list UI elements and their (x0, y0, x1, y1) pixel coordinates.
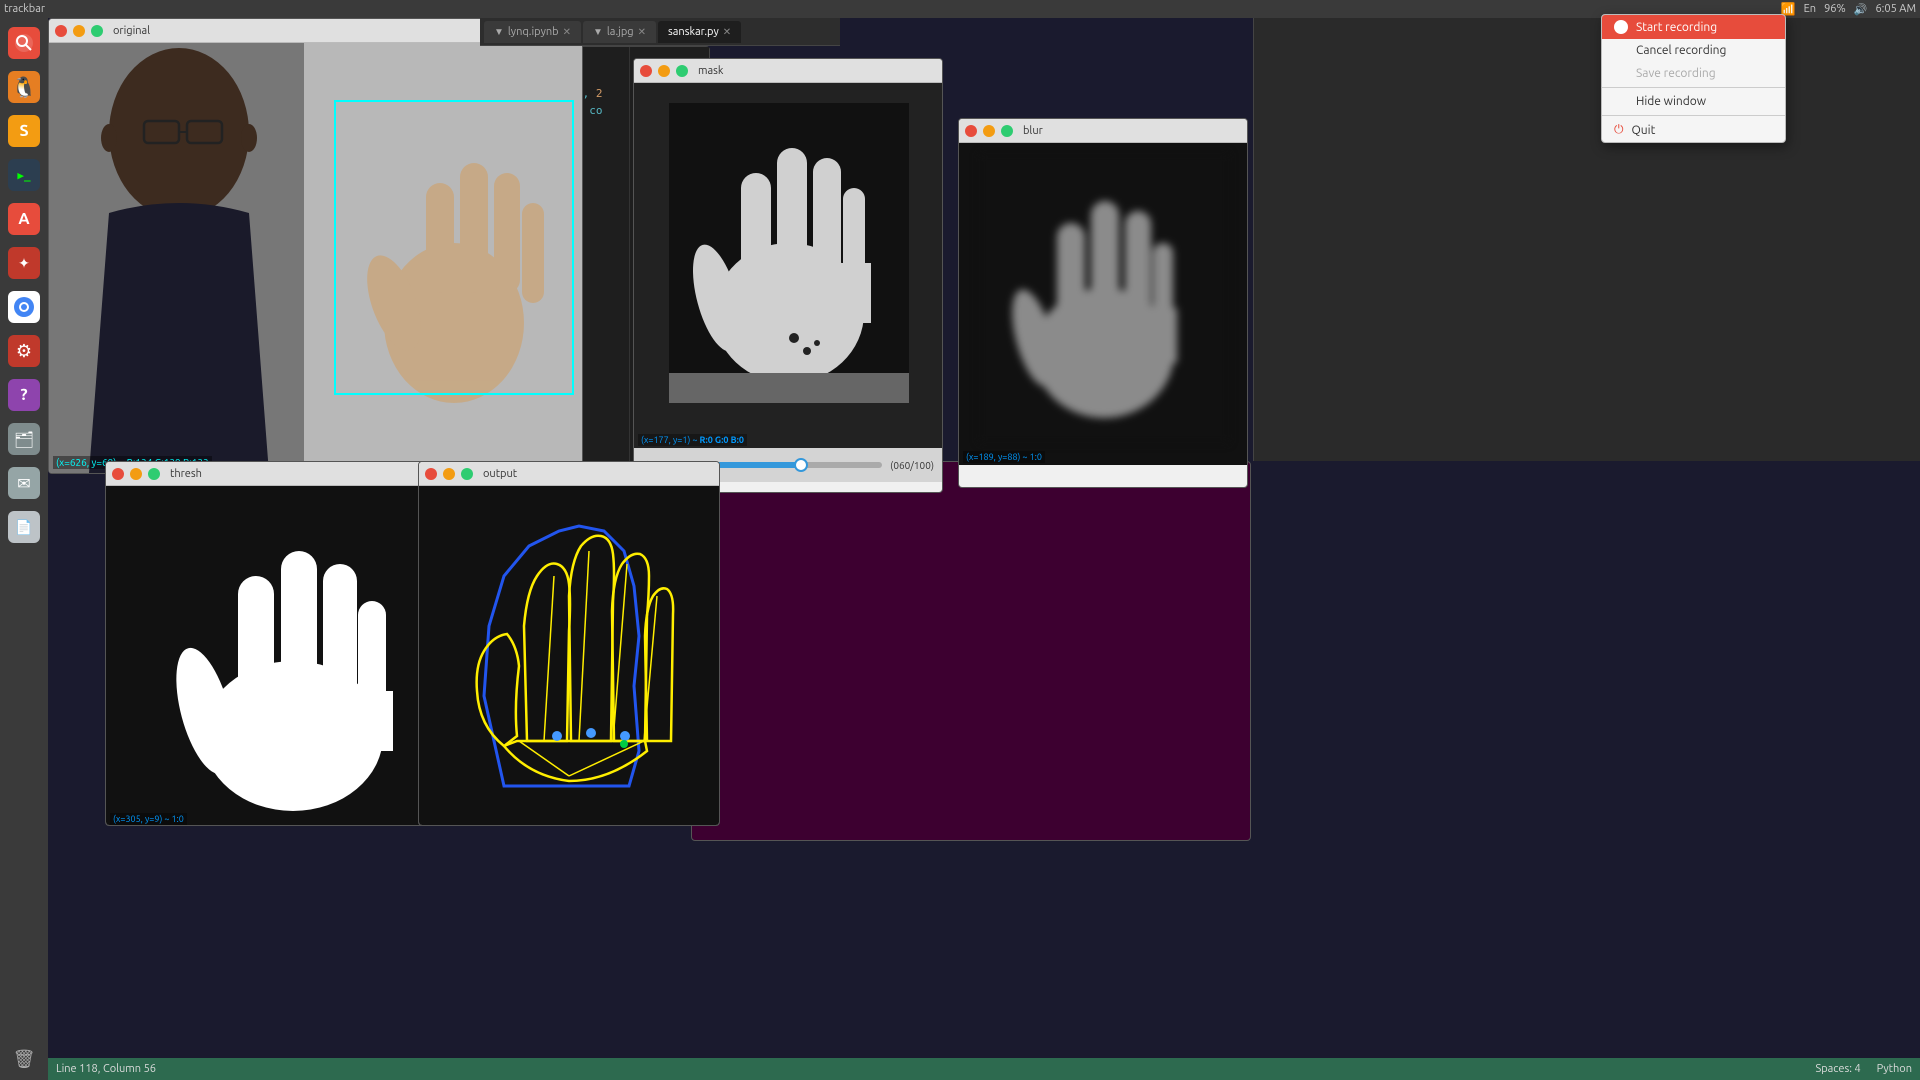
status-line-col: Line 118, Column 56 (56, 1063, 156, 1075)
menu-divider-2 (1602, 115, 1785, 116)
taskbar-right: 📶 En 96% 🔊 6:05 AM (1781, 2, 1916, 16)
sidebar-app-terminal[interactable]: ▶_ (3, 154, 45, 196)
tab-filter-icon2: ▼ (593, 26, 603, 38)
tab-close-lynq[interactable]: ✕ (563, 26, 571, 38)
blur-extra-panel: nor (1247, 119, 1248, 149)
sidebar-app-chrome[interactable] (3, 286, 45, 328)
original-content: (x=626, y=69) ~ R:134 G:139 B:133 (49, 43, 583, 473)
original-max-btn[interactable] (91, 25, 103, 37)
menu-quit[interactable]: ⏻ Quit (1602, 118, 1785, 142)
blur-pixel-info: (x=189, y=88) ~ 1:0 (963, 451, 1045, 463)
context-menu: Start recording Cancel recording Save re… (1601, 14, 1786, 143)
clock: 6:05 AM (1875, 3, 1916, 15)
trackbar-value: (060/100) (890, 460, 934, 471)
menu-start-recording[interactable]: Start recording (1602, 15, 1785, 39)
output-content (419, 486, 720, 826)
terminal-window: 5 5 5 5 5 5 5 5 5 5 5 5 5 5 5 5 5 5 5 5 (691, 461, 1251, 841)
sidebar-app-notes[interactable]: 📄 (3, 506, 45, 548)
lang-indicator[interactable]: En (1804, 3, 1816, 15)
blur-window: blur (x=189, y=88) ~ 1:0 nor (958, 118, 1248, 488)
thresh-min-btn[interactable] (130, 468, 142, 480)
record-icon (1614, 20, 1628, 34)
thresh-close-btn[interactable] (112, 468, 124, 480)
blur-close-btn[interactable] (965, 125, 977, 137)
sidebar-app-sublime[interactable]: S (3, 110, 45, 152)
sidebar-app-files[interactable]: 🗂 (3, 418, 45, 460)
blur-max-btn[interactable] (1001, 125, 1013, 137)
original-title: original (113, 25, 150, 37)
output-window: output (418, 461, 720, 826)
tab-la[interactable]: ▼ la.jpg ✕ (583, 21, 656, 43)
mask-coord1: (x=177, y=1) ~ R:0 G:0 B:0 (638, 434, 747, 446)
menu-save-recording[interactable]: Save recording (1602, 62, 1785, 85)
output-titlebar: output (419, 462, 719, 486)
sidebar-app-mail[interactable]: ✉ (3, 462, 45, 504)
sidebar-app-trash[interactable]: 🗑 (3, 1038, 45, 1080)
menu-cancel-recording[interactable]: Cancel recording (1602, 39, 1785, 62)
original-window: original (48, 18, 583, 474)
menu-hide-window[interactable]: Hide window (1602, 90, 1785, 113)
tab-sanskar[interactable]: sanskar.py ✕ (658, 21, 741, 43)
sidebar-app-help[interactable]: ? (3, 374, 45, 416)
blur-content: (x=189, y=88) ~ 1:0 (959, 143, 1248, 465)
thresh-max-btn[interactable] (148, 468, 160, 480)
statusbar: Line 118, Column 56 Spaces: 4 Python (48, 1058, 1920, 1080)
sidebar: 🐧 S ▶_ A ✦ ⚙ ? 🗂 ✉ 📄 🗑 (0, 18, 48, 1080)
mask-max-btn[interactable] (676, 65, 688, 77)
quit-icon: ⏻ (1614, 123, 1624, 137)
right-panel (1253, 18, 1920, 461)
sidebar-app-ubuntu[interactable]: 🐧 (3, 66, 45, 108)
blur-min-btn[interactable] (983, 125, 995, 137)
output-min-btn[interactable] (443, 468, 455, 480)
output-max-btn[interactable] (461, 468, 473, 480)
mask-window: mask (633, 58, 943, 493)
mask-close-btn[interactable] (640, 65, 652, 77)
output-title: output (483, 468, 517, 480)
blur-title: blur (1023, 125, 1043, 137)
original-min-btn[interactable] (73, 25, 85, 37)
blur-titlebar: blur (959, 119, 1247, 143)
menu-divider-1 (1602, 87, 1785, 88)
battery-status: 96% (1824, 3, 1846, 15)
mask-titlebar: mask (634, 59, 942, 83)
tab-lynq[interactable]: ▼ lynq.ipynb ✕ (484, 21, 581, 43)
statusbar-right: Spaces: 4 Python (1815, 1063, 1912, 1075)
output-close-btn[interactable] (425, 468, 437, 480)
status-lang: Python (1877, 1063, 1912, 1075)
original-close-btn[interactable] (55, 25, 67, 37)
tab-filter-icon: ▼ (494, 26, 504, 38)
mask-min-btn[interactable] (658, 65, 670, 77)
mask-content: (x=177, y=1) ~ R:0 G:0 B:0 (634, 83, 943, 448)
tabs-bar: ▼ lynq.ipynb ✕ ▼ la.jpg ✕ sanskar.py ✕ (480, 18, 840, 46)
mask-title: mask (698, 65, 723, 77)
tab-close-la[interactable]: ✕ (638, 26, 646, 38)
sidebar-app-settings[interactable]: ⚙ (3, 330, 45, 372)
taskbar-label: trackbar (4, 3, 45, 15)
thresh-pixel-info: (x=305, y=9) ~ 1:0 (110, 813, 187, 825)
slider-thumb[interactable] (794, 458, 808, 472)
volume-icon[interactable]: 🔊 (1854, 3, 1868, 16)
thresh-title: thresh (170, 468, 202, 480)
sidebar-app-red[interactable]: ✦ (3, 242, 45, 284)
status-spaces: Spaces: 4 (1815, 1063, 1860, 1075)
statusbar-left: Line 118, Column 56 (56, 1063, 156, 1075)
sidebar-app-text[interactable]: A (3, 198, 45, 240)
sidebar-app-search[interactable] (3, 22, 45, 64)
tab-close-sanskar[interactable]: ✕ (723, 26, 731, 38)
desktop: ▼ lynq.ipynb ✕ ▼ la.jpg ✕ sanskar.py ✕ 1… (48, 18, 1920, 1080)
